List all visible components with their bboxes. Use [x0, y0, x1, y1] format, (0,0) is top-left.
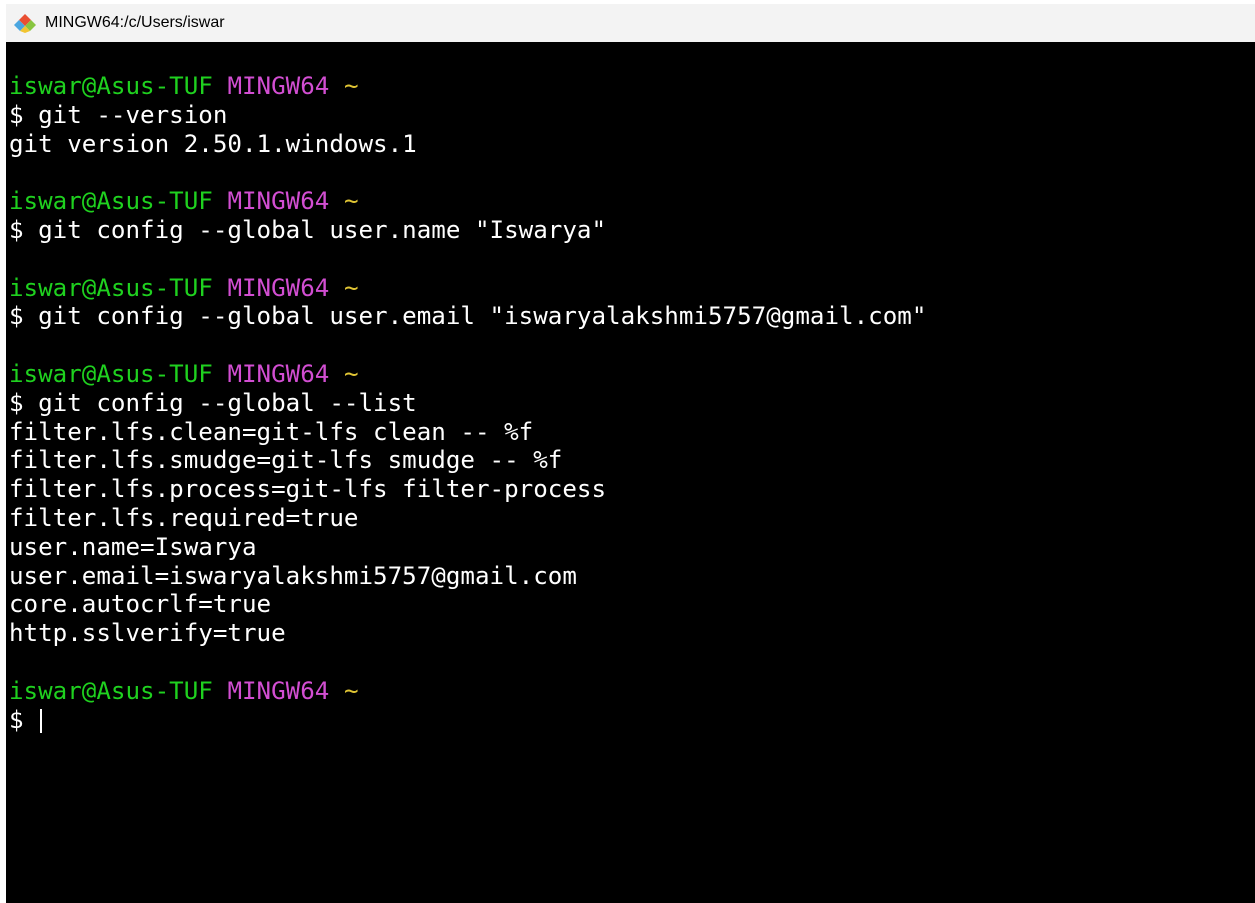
text-cursor [40, 708, 43, 733]
terminal-output: iswar@Asus-TUF MINGW64 ~ $ git --version g… [9, 72, 926, 734]
prompt-line: iswar@Asus-TUF MINGW64 ~ [9, 72, 926, 101]
prompt-system: MINGW64 [227, 359, 330, 388]
output-text: http.sslverify=true [9, 619, 286, 648]
git-diamond-icon [14, 13, 36, 33]
terminal-window: MINGW64:/c/Users/iswar iswar@Asus-TUF MI… [6, 4, 1255, 903]
prompt-user-host: iswar@Asus-TUF [9, 187, 213, 216]
output-line: user.email=iswaryalakshmi5757@gmail.com [9, 562, 926, 591]
output-text: user.email=iswaryalakshmi5757@gmail.com [9, 561, 577, 590]
prompt-directory: ~ [343, 676, 359, 705]
prompt-user-host: iswar@Asus-TUF [9, 676, 213, 705]
prompt-symbol: $ [9, 302, 24, 331]
prompt-line: iswar@Asus-TUF MINGW64 ~ [9, 360, 926, 389]
output-line: git version 2.50.1.windows.1 [9, 130, 926, 159]
prompt-symbol: $ [9, 100, 24, 129]
prompt-directory: ~ [343, 72, 359, 100]
prompt-directory: ~ [343, 273, 359, 302]
output-text: git version 2.50.1.windows.1 [9, 129, 417, 158]
command-line: $ git --version [9, 101, 926, 130]
prompt-line: iswar@Asus-TUF MINGW64 ~ [9, 677, 926, 706]
window-title: MINGW64:/c/Users/iswar [45, 14, 225, 31]
prompt-system: MINGW64 [227, 72, 330, 100]
input-line[interactable]: $ [9, 706, 926, 735]
output-line: http.sslverify=true [9, 619, 926, 648]
output-text: filter.lfs.required=true [9, 503, 359, 532]
command-line: $ git config --global user.email "iswary… [9, 302, 926, 331]
prompt-symbol: $ [9, 388, 24, 417]
output-text: core.autocrlf=true [9, 590, 272, 619]
title-bar[interactable]: MINGW64:/c/Users/iswar [6, 4, 1255, 42]
output-text: filter.lfs.smudge=git-lfs smudge -- %f [9, 446, 563, 475]
command-line: $ git config --global --list [9, 389, 926, 418]
output-text: filter.lfs.clean=git-lfs clean -- %f [9, 417, 534, 446]
terminal-screen[interactable]: iswar@Asus-TUF MINGW64 ~ $ git --version g… [6, 42, 1255, 903]
prompt-user-host: iswar@Asus-TUF [9, 72, 213, 100]
command-text: git config --global user.email "iswaryal… [38, 302, 927, 331]
output-line: core.autocrlf=true [9, 590, 926, 619]
prompt-directory: ~ [343, 187, 359, 216]
prompt-system: MINGW64 [227, 676, 330, 705]
output-text: user.name=Iswarya [9, 532, 257, 561]
output-line: filter.lfs.process=git-lfs filter-proces… [9, 475, 926, 504]
prompt-line: iswar@Asus-TUF MINGW64 ~ [9, 187, 926, 216]
prompt-system: MINGW64 [227, 187, 330, 216]
command-text: git config --global --list [38, 388, 417, 417]
command-text: git config --global user.name "Iswarya" [38, 215, 607, 244]
prompt-symbol: $ [9, 705, 24, 734]
command-line: $ git config --global user.name "Iswarya… [9, 216, 926, 245]
output-line: user.name=Iswarya [9, 533, 926, 562]
prompt-user-host: iswar@Asus-TUF [9, 359, 213, 388]
prompt-symbol: $ [9, 215, 24, 244]
output-line: filter.lfs.required=true [9, 504, 926, 533]
prompt-system: MINGW64 [227, 273, 330, 302]
prompt-line: iswar@Asus-TUF MINGW64 ~ [9, 274, 926, 303]
prompt-user-host: iswar@Asus-TUF [9, 273, 213, 302]
command-text: git --version [38, 100, 228, 129]
output-line: filter.lfs.smudge=git-lfs smudge -- %f [9, 446, 926, 475]
output-text: filter.lfs.process=git-lfs filter-proces… [9, 475, 607, 504]
output-line: filter.lfs.clean=git-lfs clean -- %f [9, 418, 926, 447]
prompt-directory: ~ [343, 359, 359, 388]
